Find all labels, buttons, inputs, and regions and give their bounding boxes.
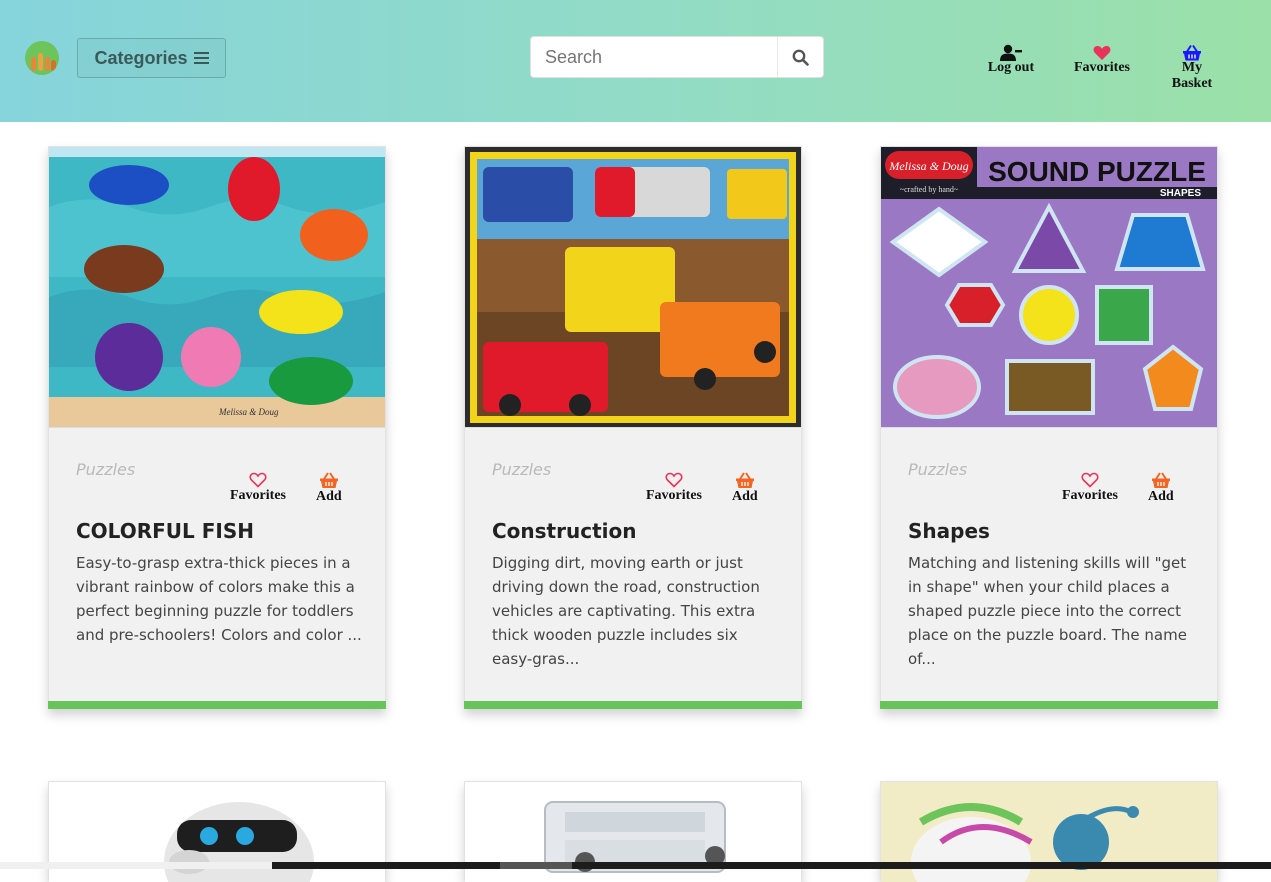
- product-category: Puzzles: [492, 460, 552, 479]
- product-card[interactable]: Melissa & Doug Puzzles Favorites Add COL…: [48, 146, 386, 709]
- card-accent-bar: [48, 701, 386, 709]
- svg-text:Melissa & Doug: Melissa & Doug: [218, 407, 279, 417]
- product-image-construction[interactable]: [465, 147, 801, 428]
- add-button-label: Add: [1148, 489, 1174, 504]
- site-logo[interactable]: [25, 41, 59, 75]
- product-category: Puzzles: [908, 460, 968, 479]
- card-accent-bar: [464, 701, 802, 709]
- logout-link[interactable]: Log out: [985, 44, 1037, 76]
- add-button-label: Add: [316, 489, 342, 504]
- add-favorite-button[interactable]: Favorites: [646, 472, 702, 504]
- favorites-button-label: Favorites: [1062, 488, 1118, 503]
- add-to-basket-button[interactable]: Add: [316, 472, 342, 505]
- search-bar: [530, 36, 824, 78]
- basket-icon: [735, 472, 754, 488]
- basket-link[interactable]: My Basket: [1160, 44, 1224, 92]
- add-to-basket-button[interactable]: Add: [732, 472, 758, 505]
- product-description: Matching and listening skills will "get …: [908, 554, 1187, 668]
- basket-icon: [319, 472, 338, 488]
- product-card[interactable]: Puzzles Favorites Add Construction Diggi…: [464, 146, 802, 709]
- svg-text:Melissa & Doug: Melissa & Doug: [888, 159, 968, 173]
- heart-outline-icon: [1081, 472, 1099, 488]
- add-button-label: Add: [732, 489, 758, 504]
- product-title[interactable]: COLORFUL FISH: [76, 519, 254, 543]
- svg-text:SHAPES: SHAPES: [1160, 188, 1201, 199]
- heart-outline-icon: [665, 472, 683, 488]
- scrollbar-thumb[interactable]: [500, 862, 572, 869]
- search-input[interactable]: [531, 37, 777, 77]
- add-favorite-button[interactable]: Favorites: [230, 472, 286, 504]
- product-image-shapes[interactable]: Melissa & Doug ~crafted by hand~ SOUND P…: [881, 147, 1217, 428]
- basket-icon: [1151, 472, 1170, 488]
- product-card[interactable]: Melissa & Doug ~crafted by hand~ SOUND P…: [880, 146, 1218, 709]
- product-description: Easy-to-grasp extra-thick pieces in a vi…: [76, 554, 362, 644]
- svg-text:SOUND PUZZLE: SOUND PUZZLE: [988, 156, 1206, 187]
- product-category: Puzzles: [76, 460, 136, 479]
- scrollbar-track-light: [0, 862, 272, 869]
- product-description: Digging dirt, moving earth or just drivi…: [492, 554, 760, 668]
- favorites-link[interactable]: Favorites: [1072, 44, 1132, 76]
- hamburger-icon: [193, 52, 209, 64]
- product-title[interactable]: Shapes: [908, 519, 990, 543]
- add-to-basket-button[interactable]: Add: [1148, 472, 1174, 505]
- svg-text:~crafted by hand~: ~crafted by hand~: [900, 185, 959, 194]
- top-header: Categories Log out Favorites: [0, 0, 1271, 122]
- search-button[interactable]: [777, 37, 823, 77]
- categories-label: Categories: [94, 47, 188, 68]
- favorites-button-label: Favorites: [230, 488, 286, 503]
- card-accent-bar: [880, 701, 1218, 709]
- add-favorite-button[interactable]: Favorites: [1062, 472, 1118, 504]
- product-title[interactable]: Construction: [492, 519, 636, 543]
- heart-outline-icon: [249, 472, 267, 488]
- horizontal-scrollbar[interactable]: [0, 862, 1271, 869]
- favorites-label: Favorites: [1074, 60, 1130, 75]
- logout-label: Log out: [987, 60, 1035, 75]
- categories-button[interactable]: Categories: [77, 38, 226, 78]
- search-icon: [792, 49, 809, 66]
- product-image-fish[interactable]: Melissa & Doug: [49, 147, 385, 428]
- basket-label: My Basket: [1171, 60, 1213, 91]
- favorites-button-label: Favorites: [646, 488, 702, 503]
